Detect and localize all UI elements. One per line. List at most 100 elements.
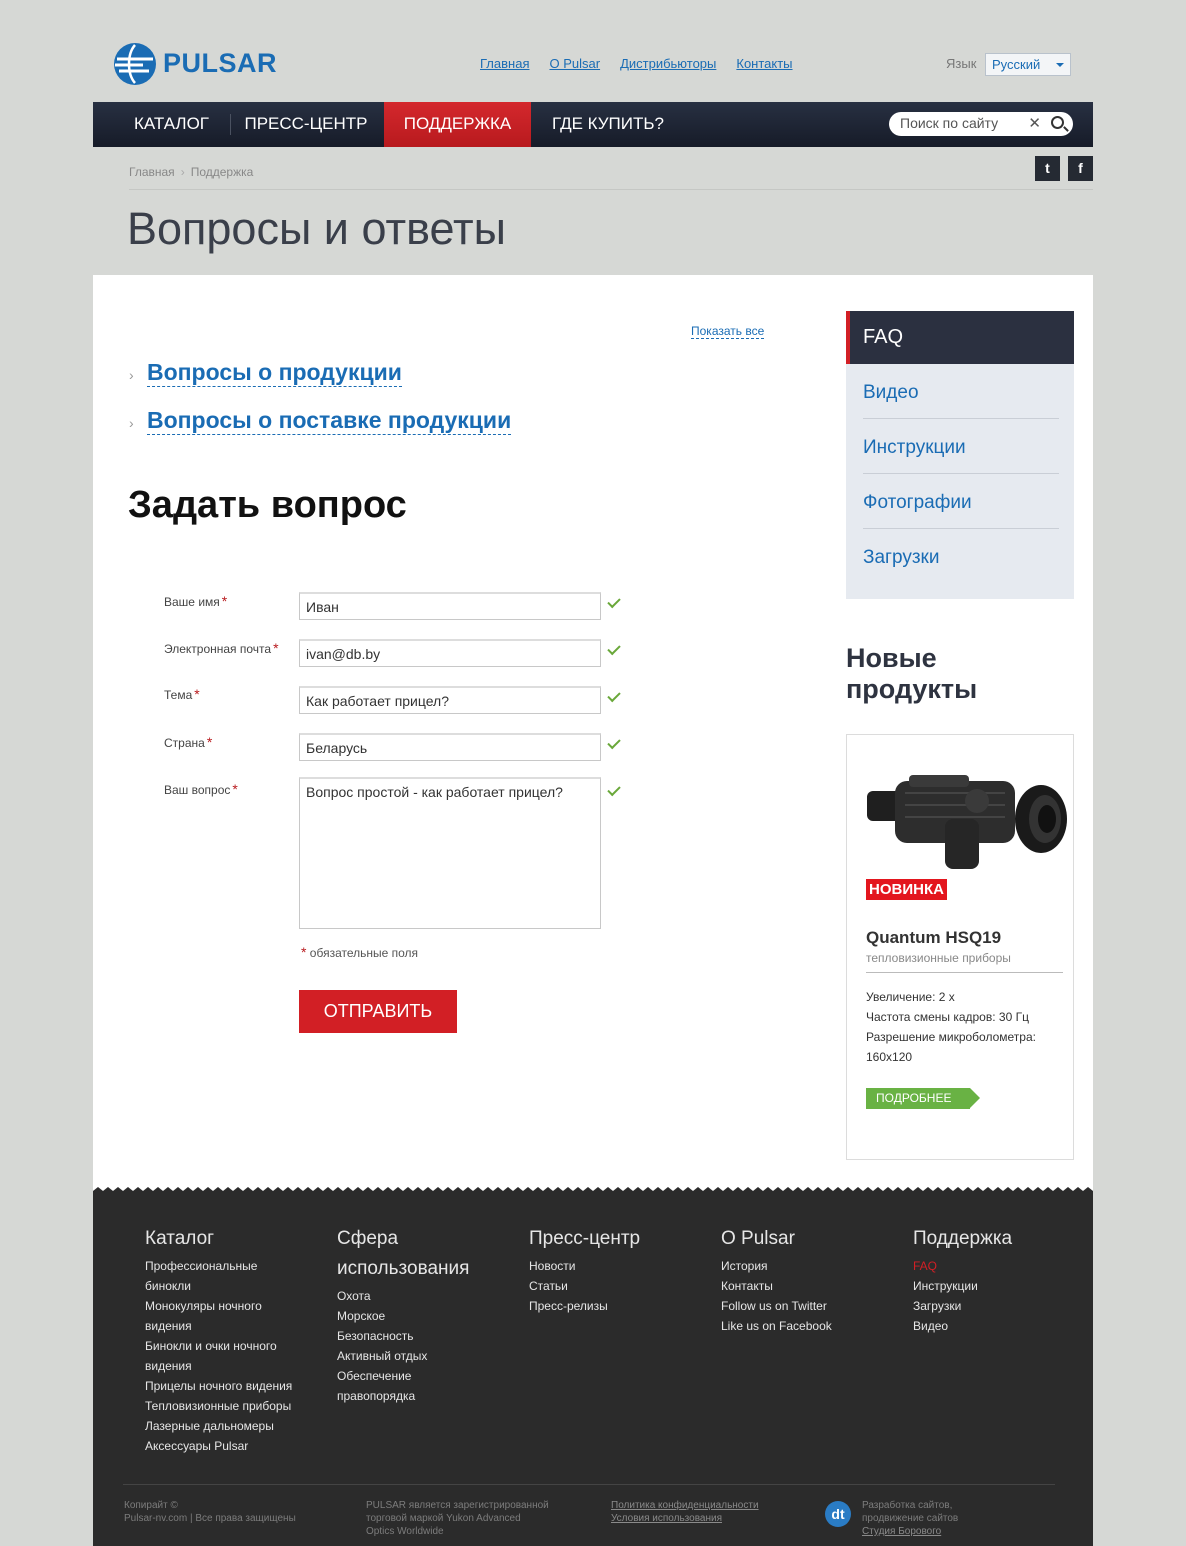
name-field[interactable]	[299, 592, 601, 620]
chevron-right-icon: ›	[129, 367, 134, 383]
search-icon[interactable]	[1051, 116, 1064, 129]
footer-col-title: использования	[337, 1258, 470, 1279]
copyright-line: Копирайт ©	[124, 1500, 178, 1511]
required-mark: *	[206, 734, 213, 750]
nav-catalog[interactable]: КАТАЛОГ	[115, 102, 228, 147]
product-spec: 160х120	[866, 1050, 913, 1064]
new-products-title: Новые продукты	[846, 643, 1076, 705]
question-textarea[interactable]: Вопрос простой - как работает прицел?	[299, 777, 601, 929]
footer-link[interactable]: Монокуляры ночного	[145, 1296, 292, 1316]
trademark-note: PULSAR является зарегистрированной торго…	[366, 1499, 549, 1538]
required-mark: *	[194, 686, 200, 702]
footer-link-faq[interactable]: FAQ	[913, 1256, 1012, 1276]
footer-col-about: O Pulsar История Контакты Follow us on T…	[721, 1224, 832, 1336]
show-all-link[interactable]: Показать все	[691, 324, 765, 339]
page-title: Вопросы и ответы	[127, 203, 506, 254]
footer-link[interactable]: История	[721, 1256, 832, 1276]
top-link-distributors[interactable]: Дистрибьюторы	[620, 56, 716, 71]
more-button[interactable]: ПОДРОБНЕЕ	[866, 1088, 980, 1109]
language-select[interactable]: Русский	[985, 53, 1071, 76]
footer-link[interactable]: видения	[145, 1316, 292, 1336]
trademark-line: Optics Worldwide	[366, 1526, 444, 1537]
language-value: Русский	[992, 57, 1041, 72]
footer-link[interactable]: Профессиональные	[145, 1256, 292, 1276]
sidebar-item-faq[interactable]: FAQ	[846, 311, 1074, 364]
product-name[interactable]: Quantum HSQ19	[866, 928, 1001, 948]
trademark-line: торговой маркой Yukon Advanced	[366, 1513, 521, 1524]
required-mark: *	[221, 593, 228, 609]
faq-group-label: Вопросы о продукции	[147, 359, 402, 387]
sidebar-item-video[interactable]: Видео	[863, 364, 1059, 419]
email-field[interactable]	[299, 639, 601, 667]
nav-press-center[interactable]: ПРЕСС-ЦЕНТР	[233, 102, 379, 147]
nav-divider	[230, 114, 231, 135]
faq-group-label: Вопросы о поставке продукции	[147, 407, 512, 435]
sidebar-item-photos[interactable]: Фотографии	[863, 474, 1059, 529]
top-link-about[interactable]: O Pulsar	[549, 56, 600, 71]
developer-logo[interactable]: dt	[825, 1501, 851, 1527]
footer-link[interactable]: Like us on Facebook	[721, 1316, 832, 1336]
required-note-text: обязательные поля	[309, 946, 419, 960]
terms-link[interactable]: Условия использования	[611, 1513, 722, 1524]
twitter-icon[interactable]: t	[1035, 156, 1060, 181]
breadcrumb-home[interactable]: Главная	[129, 165, 175, 179]
check-icon	[607, 641, 621, 656]
sidebar-item-instructions[interactable]: Инструкции	[863, 419, 1059, 474]
footer-link[interactable]: Видео	[913, 1316, 1012, 1336]
divider	[129, 189, 1093, 190]
footer-col-title: Каталог	[145, 1228, 215, 1249]
top-links: Главная O Pulsar Дистрибьюторы Контакты	[480, 56, 793, 71]
footer-link[interactable]: Обеспечение	[337, 1366, 469, 1386]
footer-col-title: O Pulsar	[721, 1228, 795, 1249]
footer-link[interactable]: Статьи	[529, 1276, 640, 1296]
footer-link[interactable]: Прицелы ночного видения	[145, 1376, 292, 1396]
product-spec: Увеличение: 2 х	[866, 990, 955, 1004]
top-link-contacts[interactable]: Контакты	[736, 56, 792, 71]
footer-link[interactable]: Follow us on Twitter	[721, 1296, 832, 1316]
close-icon[interactable]: ✕	[1028, 114, 1041, 132]
product-card[interactable]: НОВИНКА Quantum HSQ19 тепловизионные при…	[846, 734, 1074, 1160]
footer-link[interactable]: Контакты	[721, 1276, 832, 1296]
footer-link[interactable]: Пресс-релизы	[529, 1296, 640, 1316]
footer-link[interactable]: правопорядка	[337, 1386, 469, 1406]
country-field[interactable]	[299, 733, 601, 761]
search-input[interactable]: Поиск по сайту ✕	[889, 112, 1073, 136]
pulsar-logo[interactable]: PULSAR	[113, 42, 323, 86]
faq-group-delivery[interactable]: › Вопросы о поставке продукции	[129, 407, 512, 435]
footer-link[interactable]: Безопасность	[337, 1326, 469, 1346]
developer-link[interactable]: Студия Борового	[862, 1526, 941, 1537]
footer-link[interactable]: Охота	[337, 1286, 469, 1306]
product-image[interactable]	[865, 771, 1069, 875]
privacy-policy-link[interactable]: Политика конфиденциальности	[611, 1500, 759, 1511]
pulsar-logo-icon	[114, 43, 156, 85]
footer-link[interactable]: Аксессуары Pulsar	[145, 1436, 292, 1456]
footer-link[interactable]: Новости	[529, 1256, 640, 1276]
footer-link[interactable]: Загрузки	[913, 1296, 1012, 1316]
footer-link[interactable]: Морское	[337, 1306, 469, 1326]
new-products-title-line: Новые	[846, 643, 937, 673]
nav-support[interactable]: ПОДДЕРЖКА	[384, 102, 531, 147]
footer-link[interactable]: Лазерные дальномеры	[145, 1416, 292, 1436]
footer-link[interactable]: Активный отдых	[337, 1346, 469, 1366]
footer-link[interactable]: Инструкции	[913, 1276, 1012, 1296]
sidebar-item-downloads[interactable]: Загрузки	[863, 529, 1059, 584]
facebook-icon[interactable]: f	[1068, 156, 1093, 181]
footer-col-title: Сфера	[337, 1228, 399, 1249]
support-sidebar: FAQ Видео Инструкции Фотографии Загрузки	[846, 311, 1074, 599]
subject-field[interactable]	[299, 686, 601, 714]
faq-group-products[interactable]: › Вопросы о продукции	[129, 359, 402, 387]
divider	[866, 972, 1063, 973]
chevron-down-icon	[1056, 63, 1064, 67]
footer-link[interactable]: Бинокли и очки ночного	[145, 1336, 292, 1356]
footer-link[interactable]: Тепловизионные приборы	[145, 1396, 292, 1416]
footer-link[interactable]: бинокли	[145, 1276, 292, 1296]
submit-button[interactable]: ОТПРАВИТЬ	[299, 990, 457, 1033]
search-placeholder: Поиск по сайту	[900, 115, 999, 131]
breadcrumb: Главная › Поддержка	[129, 165, 253, 179]
top-link-home[interactable]: Главная	[480, 56, 529, 71]
nav-where-to-buy[interactable]: ГДЕ КУПИТЬ?	[538, 102, 678, 147]
subject-label: Тема *	[164, 686, 200, 702]
footer-link[interactable]: видения	[145, 1356, 292, 1376]
copyright: Копирайт © Pulsar-nv.com | Все права защ…	[124, 1499, 296, 1525]
developer-line: Разработка сайтов,	[862, 1500, 953, 1511]
